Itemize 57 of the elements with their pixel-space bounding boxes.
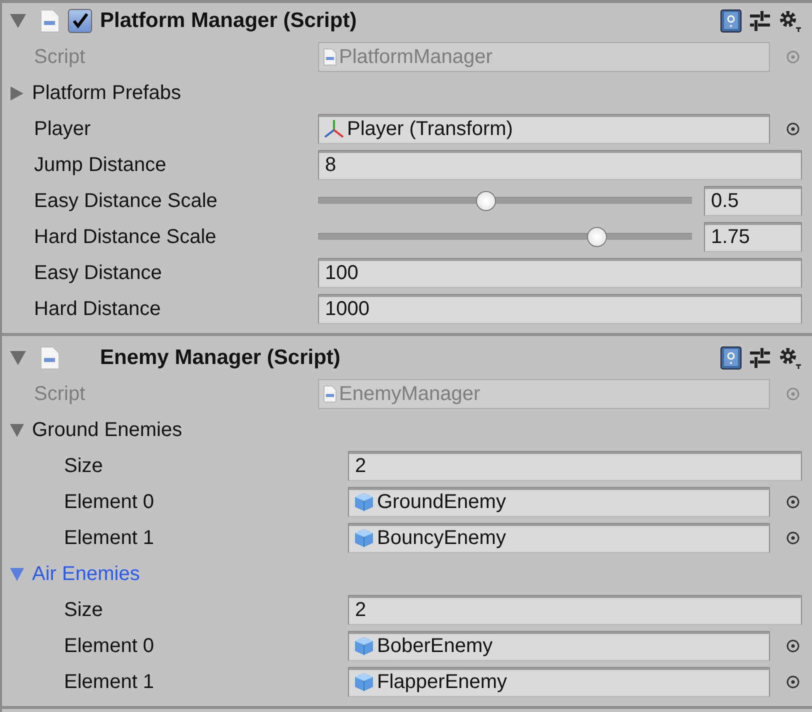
object-field[interactable]: BouncyEnemy	[348, 523, 770, 553]
component-title: Enemy Manager (Script)	[100, 346, 340, 370]
object-picker-icon[interactable]	[786, 531, 800, 545]
property-label: Jump Distance	[34, 154, 168, 176]
help-book-icon[interactable]	[720, 9, 742, 33]
slider-thumb[interactable]	[476, 191, 496, 211]
object-picker-icon[interactable]	[786, 122, 800, 136]
foldout-label[interactable]: Platform Prefabs	[10, 80, 181, 106]
property-label: Easy Distance	[34, 262, 163, 284]
number-field[interactable]: 2	[348, 595, 802, 625]
settings-icon[interactable]	[778, 346, 802, 370]
number-field[interactable]: 8	[318, 150, 802, 180]
object-field[interactable]: Player (Transform)	[318, 114, 770, 144]
property-label: Element 0	[64, 634, 156, 658]
property-label: Hard Distance Scale	[34, 226, 218, 248]
number-field[interactable]: 1000	[318, 294, 802, 324]
property-label: Script	[34, 382, 86, 406]
property-label: Hard Distance	[34, 298, 162, 320]
property-label: Script	[34, 46, 86, 68]
number-field[interactable]: 2	[348, 451, 802, 481]
number-field[interactable]: 1.75	[704, 222, 802, 252]
foldout-arrow-icon[interactable]	[10, 351, 26, 365]
preset-sliders-icon[interactable]	[750, 10, 770, 32]
cube-icon	[353, 528, 375, 548]
object-picker-icon[interactable]	[786, 639, 800, 653]
property-label: Player	[34, 118, 92, 140]
property-label: Easy Distance Scale	[34, 190, 218, 212]
property-label: Size	[64, 454, 104, 478]
cube-icon	[353, 636, 375, 656]
preset-sliders-icon[interactable]	[750, 347, 770, 369]
property-label: Size	[64, 598, 104, 622]
component-header[interactable]: Enemy Manager (Script)	[2, 340, 812, 376]
number-field[interactable]: 100	[318, 258, 802, 288]
settings-icon[interactable]	[778, 9, 802, 33]
number-field[interactable]: 0.5	[704, 186, 802, 216]
script-file-icon	[323, 48, 337, 66]
cube-icon	[353, 492, 375, 512]
script-file-icon	[40, 9, 60, 33]
axes-icon	[323, 119, 345, 139]
component-title: Platform Manager (Script)	[100, 9, 357, 33]
object-picker-icon[interactable]	[786, 675, 800, 689]
foldout-label[interactable]: Ground Enemies	[10, 417, 182, 443]
object-picker-icon[interactable]	[786, 495, 800, 509]
cube-icon	[353, 672, 375, 692]
help-book-icon[interactable]	[720, 346, 742, 370]
slider-thumb[interactable]	[586, 227, 607, 247]
object-field[interactable]: GroundEnemy	[348, 487, 770, 517]
object-field[interactable]: BoberEnemy	[348, 631, 770, 661]
foldout-arrow-icon[interactable]	[10, 14, 26, 28]
script-file-icon	[40, 346, 60, 370]
property-label: Element 0	[64, 490, 156, 514]
property-label: Element 1	[64, 526, 156, 550]
component-header[interactable]: Platform Manager (Script)	[2, 3, 812, 39]
enable-checkbox[interactable]	[68, 9, 92, 33]
object-field[interactable]: FlapperEnemy	[348, 667, 770, 697]
property-label: Element 1	[64, 670, 156, 694]
script-file-icon	[323, 385, 337, 403]
